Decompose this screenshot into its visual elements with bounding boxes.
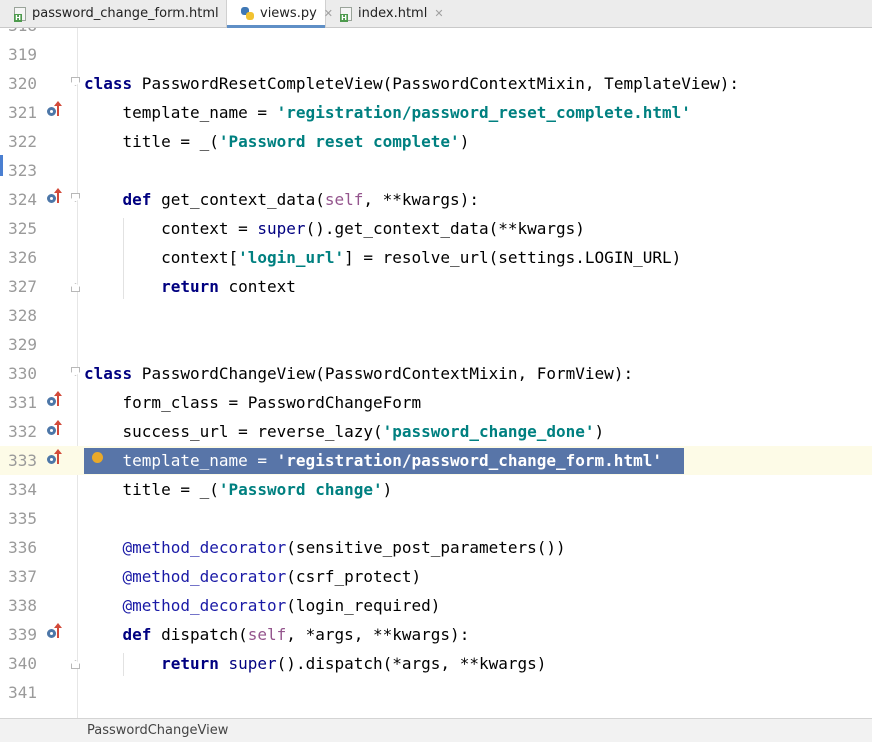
code-text[interactable]: def get_context_data(self, **kwargs): <box>84 185 479 214</box>
code-text[interactable]: @method_decorator(login_required) <box>84 591 441 620</box>
code-line[interactable]: 333 template_name = 'registration/passwo… <box>0 446 872 475</box>
line-number: 320 <box>8 74 37 93</box>
breadcrumb-item[interactable]: PasswordChangeView <box>87 723 228 738</box>
line-number: 323 <box>8 161 37 180</box>
arrow-up-icon[interactable] <box>54 391 62 406</box>
line-number: 334 <box>8 480 37 499</box>
code-text[interactable]: template_name = 'registration/password_c… <box>84 446 662 475</box>
code-text[interactable]: template_name = 'registration/password_r… <box>84 98 691 127</box>
tab-label: password_change_form.html <box>32 6 219 21</box>
tab-label: views.py <box>260 6 317 21</box>
code-text[interactable]: title = _('Password reset complete') <box>84 127 470 156</box>
code-line[interactable]: 341 <box>0 678 872 707</box>
code-line[interactable]: 323 <box>0 156 872 185</box>
line-number: 328 <box>8 306 37 325</box>
code-line[interactable]: 335 <box>0 504 872 533</box>
override-method-icon[interactable] <box>47 107 56 116</box>
line-number: 336 <box>8 538 37 557</box>
code-line[interactable]: 327 return context <box>0 272 872 301</box>
arrow-up-icon[interactable] <box>54 101 62 116</box>
arrow-up-icon[interactable] <box>54 188 62 203</box>
code-line[interactable]: 331 form_class = PasswordChangeForm <box>0 388 872 417</box>
tab-label: index.html <box>358 6 428 21</box>
line-number: 325 <box>8 219 37 238</box>
html-file-icon <box>340 6 352 22</box>
code-line[interactable]: 318 <box>0 28 872 40</box>
code-line[interactable]: 319 <box>0 40 872 69</box>
fold-marker-icon[interactable] <box>71 367 80 376</box>
line-number: 340 <box>8 654 37 673</box>
code-text[interactable]: def dispatch(self, *args, **kwargs): <box>84 620 470 649</box>
fold-marker-icon[interactable] <box>71 77 80 86</box>
line-number: 322 <box>8 132 37 151</box>
html-file-icon <box>14 6 26 22</box>
line-number: 330 <box>8 364 37 383</box>
override-method-icon[interactable] <box>47 426 56 435</box>
line-number: 324 <box>8 190 37 209</box>
tab-index-html[interactable]: index.html ✕ <box>326 0 446 27</box>
tab-views-py[interactable]: views.py ✕ <box>226 0 333 28</box>
override-method-icon[interactable] <box>47 455 56 464</box>
arrow-up-icon[interactable] <box>54 449 62 464</box>
override-method-icon[interactable] <box>47 194 56 203</box>
line-number: 338 <box>8 596 37 615</box>
code-editor[interactable]: 318 319 320 class PasswordResetCompleteView… <box>0 28 872 718</box>
code-text[interactable]: return super().dispatch(*args, **kwargs) <box>84 649 546 678</box>
code-line[interactable]: 324 def get_context_data(self, **kwargs)… <box>0 185 872 214</box>
code-line[interactable]: 339 def dispatch(self, *args, **kwargs): <box>0 620 872 649</box>
line-number: 333 <box>8 451 37 470</box>
fold-marker-icon[interactable] <box>71 193 80 202</box>
code-line[interactable]: 340 return super().dispatch(*args, **kwa… <box>0 649 872 678</box>
close-icon[interactable]: ✕ <box>434 7 443 20</box>
code-text[interactable]: success_url = reverse_lazy('password_cha… <box>84 417 605 446</box>
line-number: 341 <box>8 683 37 702</box>
line-number: 339 <box>8 625 37 644</box>
line-number: 335 <box>8 509 37 528</box>
line-number: 318 <box>0 28 37 40</box>
line-number: 332 <box>8 422 37 441</box>
override-method-icon[interactable] <box>47 629 56 638</box>
arrow-up-icon[interactable] <box>54 420 62 435</box>
line-number: 321 <box>8 103 37 122</box>
indent-guide <box>122 218 124 299</box>
code-line[interactable]: 328 <box>0 301 872 330</box>
override-method-icon[interactable] <box>47 397 56 406</box>
code-line[interactable]: 321 template_name = 'registration/passwo… <box>0 98 872 127</box>
code-line[interactable]: 326 context['login_url'] = resolve_url(s… <box>0 243 872 272</box>
code-text[interactable]: context['login_url'] = resolve_url(setti… <box>84 243 681 272</box>
arrow-up-icon[interactable] <box>54 623 62 638</box>
code-line[interactable]: 322 title = _('Password reset complete') <box>0 127 872 156</box>
code-text[interactable]: @method_decorator(csrf_protect) <box>84 562 422 591</box>
code-line[interactable]: 338 @method_decorator(login_required) <box>0 591 872 620</box>
python-file-icon <box>241 7 254 20</box>
line-number: 337 <box>8 567 37 586</box>
editor-tab-bar: password_change_form.html ✕ views.py ✕ i… <box>0 0 872 28</box>
code-line[interactable]: 329 <box>0 330 872 359</box>
line-number: 319 <box>8 45 37 64</box>
code-text[interactable]: class PasswordChangeView(PasswordContext… <box>84 359 633 388</box>
fold-marker-icon[interactable] <box>71 660 80 669</box>
code-text[interactable]: title = _('Password change') <box>84 475 393 504</box>
code-line[interactable]: 320 class PasswordResetCompleteView(Passw… <box>0 69 872 98</box>
code-line[interactable]: 332 success_url = reverse_lazy('password… <box>0 417 872 446</box>
breadcrumb-bar: PasswordChangeView <box>0 718 872 742</box>
code-text[interactable]: form_class = PasswordChangeForm <box>84 388 422 417</box>
code-text[interactable]: @method_decorator(sensitive_post_paramet… <box>84 533 566 562</box>
code-text[interactable]: class PasswordResetCompleteView(Password… <box>84 69 739 98</box>
code-line[interactable]: 337 @method_decorator(csrf_protect) <box>0 562 872 591</box>
code-line[interactable]: 330 class PasswordChangeView(PasswordCont… <box>0 359 872 388</box>
line-number: 326 <box>8 248 37 267</box>
code-line[interactable]: 334 title = _('Password change') <box>0 475 872 504</box>
fold-marker-icon[interactable] <box>71 283 80 292</box>
code-line[interactable]: 336 @method_decorator(sensitive_post_par… <box>0 533 872 562</box>
code-text[interactable]: return context <box>84 272 296 301</box>
indent-guide <box>122 653 124 676</box>
tab-password-change-form-html[interactable]: password_change_form.html ✕ <box>0 0 235 27</box>
line-number: 327 <box>8 277 37 296</box>
code-line[interactable]: 325 context = super().get_context_data(*… <box>0 214 872 243</box>
line-number: 331 <box>8 393 37 412</box>
line-number: 329 <box>8 335 37 354</box>
code-text[interactable]: context = super().get_context_data(**kwa… <box>84 214 585 243</box>
